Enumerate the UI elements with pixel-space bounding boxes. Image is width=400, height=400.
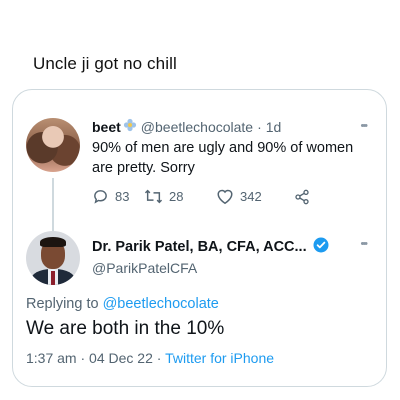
avatar-parik-patel[interactable]: [26, 231, 80, 285]
reply-icon: [94, 190, 107, 204]
heart-icon: [217, 189, 233, 205]
meta-separator-1: ·: [80, 350, 86, 366]
reply-button[interactable]: 83: [92, 188, 138, 205]
share-button[interactable]: [294, 189, 316, 205]
tweet1-actions: 83 28 342: [92, 188, 316, 205]
meta-separator-2: ·: [156, 350, 162, 366]
tweet2-handle[interactable]: @ParikPatelCFA: [92, 260, 197, 276]
like-count: 342: [240, 189, 262, 204]
retweet-button[interactable]: 28: [144, 188, 210, 205]
tweet1-separator: ·: [257, 118, 262, 135]
retweet-icon: [144, 189, 163, 204]
avatar-hair: [40, 237, 66, 247]
more-options-icon[interactable]: •••: [360, 238, 367, 250]
tweet2-text: We are both in the 10%: [26, 318, 225, 339]
tweet1-handle[interactable]: @beetlechocolate: [141, 119, 253, 135]
tweet2-meta: 1:37 am · 04 Dec 22 · Twitter for iPhone: [26, 350, 274, 366]
replying-prefix: Replying to: [26, 296, 99, 312]
share-icon: [295, 189, 309, 204]
replying-to-link[interactable]: @beetlechocolate: [103, 296, 219, 312]
tweet2-source-link[interactable]: Twitter for iPhone: [165, 350, 274, 366]
more-options-icon[interactable]: •••: [360, 120, 367, 132]
tweet2-date[interactable]: 04 Dec 22: [89, 350, 153, 366]
tweet1-text: 90% of men are ugly and 90% of women are…: [92, 140, 354, 176]
tweet2-author-row: Dr. Parik Patel, BA, CFA, ACC...: [92, 237, 329, 257]
avatar-tie: [51, 271, 55, 285]
flower-emoji-icon: [123, 118, 137, 135]
post-caption: Uncle ji got no chill: [33, 54, 177, 73]
retweet-count: 28: [169, 189, 184, 204]
like-button[interactable]: 342: [216, 188, 294, 205]
reply-count: 83: [115, 189, 130, 204]
avatar-beet[interactable]: [26, 118, 80, 172]
tweet2-author-name[interactable]: Dr. Parik Patel, BA, CFA, ACC...: [92, 239, 307, 255]
tweet1-author-name[interactable]: beet: [92, 119, 121, 135]
replying-to-line: Replying to @beetlechocolate: [26, 296, 219, 312]
tweet1-time[interactable]: 1d: [266, 119, 282, 135]
tweet-screenshot-card: beet @beetlechocolate · 1d ••• 90% of me…: [12, 89, 387, 387]
tweet2-time[interactable]: 1:37 am: [26, 350, 77, 366]
thread-connector-line: [52, 178, 54, 231]
tweet1-header: beet @beetlechocolate · 1d: [92, 118, 281, 135]
verified-badge-icon: [313, 237, 329, 257]
